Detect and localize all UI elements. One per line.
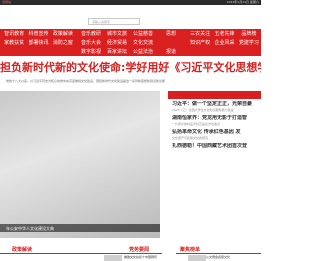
hero-image[interactable]: 年公安中华人文化建设大典 xyxy=(0,91,160,238)
headline[interactable]: 担负新时代新的文化使命:学好用好《习近平文化思想学习纲要 xyxy=(0,60,261,76)
section-divider xyxy=(176,253,261,254)
section-title[interactable]: 党务要闻 xyxy=(129,246,149,253)
news-item-title[interactable]: 扎西德勒！中国西藏艺术团首次登 xyxy=(172,143,261,150)
news-thumbnail[interactable] xyxy=(104,255,122,261)
nav-item[interactable]: 政策解读 xyxy=(53,30,73,37)
section-divider xyxy=(0,253,100,254)
nav-item[interactable]: 智讯教育 xyxy=(4,30,24,37)
news-item-title[interactable]: 湖南恒家界：党龙用无影于打造智 xyxy=(172,115,261,122)
nav-item[interactable]: 五老先锋 xyxy=(214,30,234,37)
nav-item[interactable]: 科普宣传 xyxy=(28,30,48,37)
nav-item[interactable]: 音乐教研 xyxy=(81,30,101,37)
news-panel: 智讯教育 习近平：做一个坚定正正，光荣自豪 2023（乙）全国大学生文化知识服务… xyxy=(168,91,261,238)
nav-item[interactable]: 报道 xyxy=(166,48,176,55)
nav-group-4: 三农关注 五老先锋 品牌榜 知识产权 企业风采 党建学习 xyxy=(188,29,261,56)
section-title[interactable]: 聚焦榜单 xyxy=(180,246,200,253)
site-header: 请输入关键字 xyxy=(0,5,261,29)
section-policy: 政策解读 xyxy=(0,246,100,261)
news-item-title[interactable]: 弘扬革命文化 传承红色基因 发 xyxy=(172,129,261,136)
news-item-subtitle[interactable]: 2023（乙）全国大学生文化知识服务能力建设 xyxy=(172,108,261,113)
main-navigation: 智讯教育 科普宣传 政策解读 家教扶贫 部署快讯 消防之窗 音乐教研 城市文旅 … xyxy=(0,29,261,56)
news-item-subtitle[interactable]: 一片家乡的村庄农村正是全方位改善 xyxy=(172,122,261,127)
hero-caption-bar: 年公安中华人文化建设大典 xyxy=(0,224,160,232)
news-item[interactable]: 弘扬革命文化 传承红色基因 发 文化遗产与民族文化的研究 xyxy=(172,129,261,141)
search-input[interactable]: 请输入关键字 xyxy=(88,18,140,25)
news-item-subtitle[interactable]: 文化遗产与民族文化的研究 xyxy=(172,136,261,141)
nav-item[interactable]: 消防之窗 xyxy=(53,39,73,46)
nav-group-3: 思想 报道 xyxy=(158,29,184,56)
nav-item[interactable]: 家教扶贫 xyxy=(4,39,24,46)
nav-item[interactable]: 公益慈善 xyxy=(133,30,153,37)
news-link[interactable]: 推致文化扶贫十中国网传 xyxy=(124,255,157,259)
section-divider xyxy=(94,253,162,254)
panel-title-bar: 智讯教育 xyxy=(168,91,261,108)
news-thumbnail[interactable] xyxy=(188,255,206,261)
nav-item[interactable]: 经济贸易 xyxy=(107,39,127,46)
search-placeholder: 请输入关键字 xyxy=(92,20,111,24)
nav-item[interactable]: 知识产权 xyxy=(190,39,210,46)
nav-item[interactable]: 思想 xyxy=(166,30,176,37)
section-title[interactable]: 政策解读 xyxy=(12,246,32,253)
news-item-title[interactable]: 习近平：做一个坚定正正，光荣自豪 xyxy=(172,101,261,108)
nav-item[interactable]: 音乐大会 xyxy=(81,39,101,46)
nav-item[interactable]: 文化交流 xyxy=(133,39,153,46)
news-link[interactable]: 从文博会感受文化 xyxy=(206,255,230,259)
headline-summary: 党的十八大以来，以习近平同志为核心的党中央高度重视文化建设，围绕新时代文化建设提… xyxy=(6,79,166,83)
hero-caption[interactable]: 年公安中华人文化建设大典 xyxy=(6,226,54,232)
news-item[interactable]: 扎西德勒！中国西藏艺术团首次登 xyxy=(172,143,261,150)
nav-group-2: 音乐教研 城市文旅 公益慈善 音乐大会 经济贸易 文化交流 数字影视 百家讲坛 … xyxy=(78,29,156,56)
nav-item[interactable]: 三农关注 xyxy=(190,30,210,37)
nav-item[interactable]: 品牌榜 xyxy=(241,30,256,37)
nav-item[interactable]: 公益法治 xyxy=(133,48,153,55)
nav-item[interactable]: 数字影视 xyxy=(81,48,101,55)
nav-item[interactable]: 城市文旅 xyxy=(107,30,127,37)
nav-item[interactable]: 党建学习 xyxy=(239,39,259,46)
nav-item[interactable]: 部署快讯 xyxy=(28,39,48,46)
nav-item[interactable]: 企业风采 xyxy=(214,39,234,46)
news-item[interactable]: 习近平：做一个坚定正正，光荣自豪 2023（乙）全国大学生文化知识服务能力建设 xyxy=(172,101,261,113)
nav-item[interactable]: 百家讲坛 xyxy=(107,48,127,55)
nav-group-1: 智讯教育 科普宣传 政策解读 家教扶贫 部署快讯 消防之窗 xyxy=(2,29,75,56)
news-item[interactable]: 湖南恒家界：党龙用无影于打造智 一片家乡的村庄农村正是全方位改善 xyxy=(172,115,261,127)
